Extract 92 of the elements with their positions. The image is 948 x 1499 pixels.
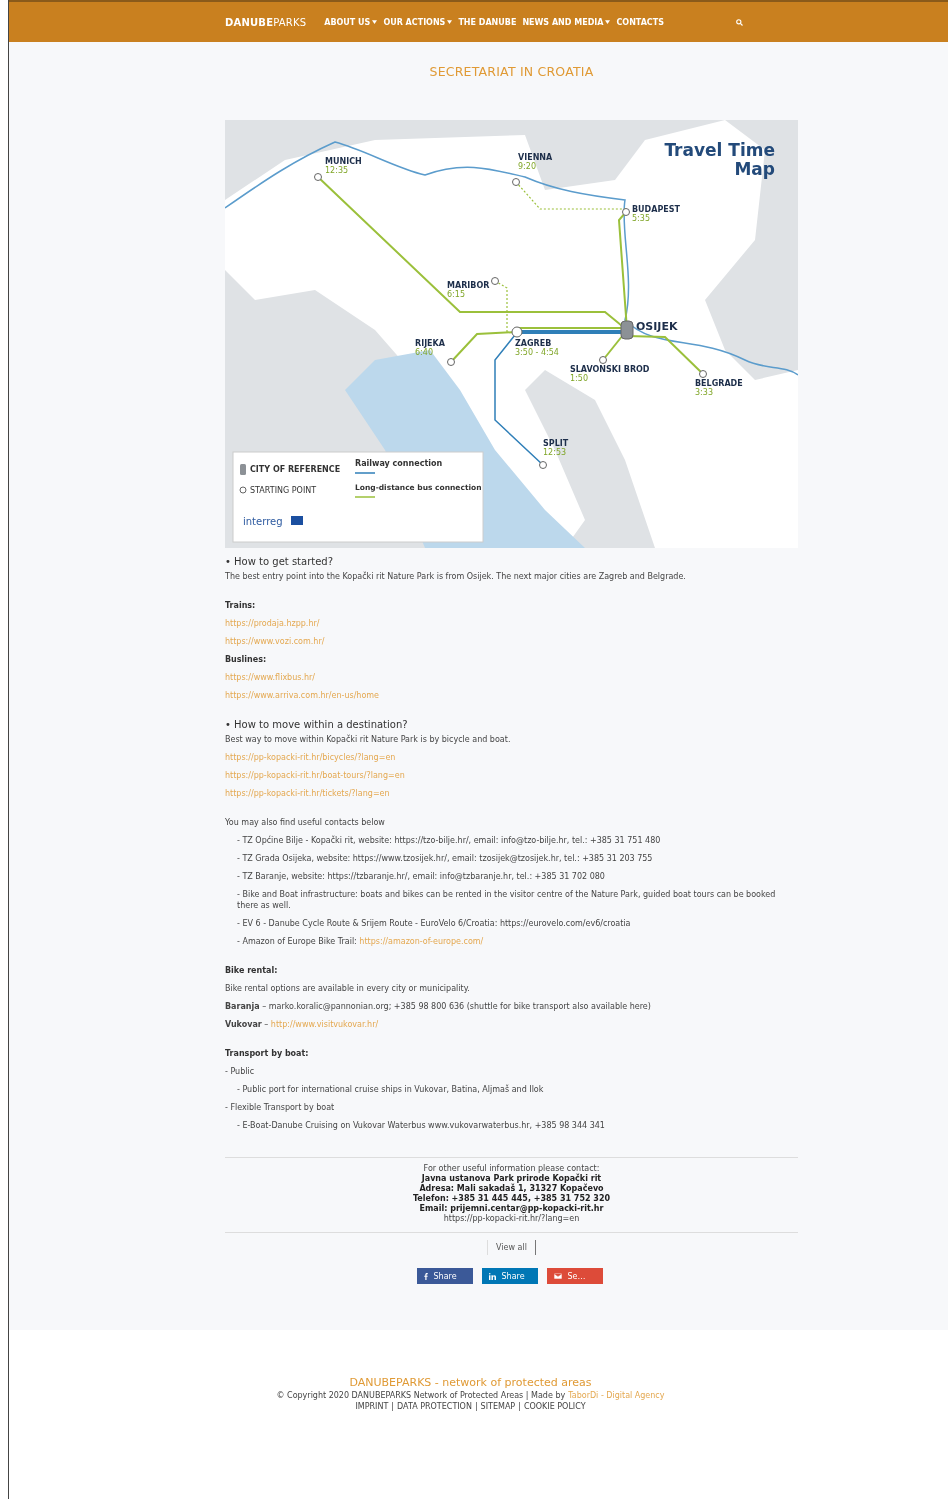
section-heading: • How to get started? [225, 556, 334, 568]
link[interactable]: http://www.visitvukovar.hr/ [270, 1020, 379, 1029]
legend-label: CITY OF REFERENCE [250, 465, 341, 474]
contact-line: Adresa: Mali sakadaš 1, 31327 Kopačevo [419, 1184, 604, 1194]
interreg-logo: interreg [243, 516, 283, 527]
travel-time-label: 12:53 [543, 448, 567, 457]
facebook-icon [423, 1272, 428, 1280]
link[interactable]: https://pp-kopacki-rit.hr/boat-tours/?lang=en [225, 770, 405, 781]
footer-title: DANUBEPARKS - network of protected areas [349, 1376, 592, 1390]
list-item: - EV 6 - Danube Cycle Route & Srijem Route - EuroVelo 6/Croatia: https://eurovelo.com/ev6/croatia [236, 918, 632, 929]
link[interactable]: https://prodaja.hzpp.hr/ [225, 618, 320, 629]
link[interactable]: https://www.vozi.com.hr/ [225, 636, 325, 647]
link[interactable]: https://www.flixbus.hr/ [225, 672, 316, 683]
travel-time-label: 9:20 [518, 162, 536, 171]
search-icon[interactable] [736, 18, 743, 26]
share-button[interactable]: Se… [546, 1268, 603, 1284]
map-title: Map [734, 159, 775, 179]
city-label: OSIJEK [636, 320, 678, 333]
travel-time-label: 5:35 [632, 214, 650, 223]
legend-label: Railway connection [355, 459, 443, 468]
legend-label: STARTING POINT [250, 486, 317, 495]
linkedin-icon [488, 1272, 496, 1280]
nav-link[interactable]: THE DANUBE [458, 17, 517, 27]
list-item: - Public port for international cruise ships in Vukovar, Batina, Aljmaš and Ilok [236, 1084, 545, 1095]
bus-line-icon [354, 496, 376, 498]
site-logo[interactable]: DANUBEPARKS [225, 16, 307, 28]
city-label: SPLIT [543, 439, 569, 448]
paragraph: Best way to move within Kopački rit Nature Park is by bicycle and boat. [225, 734, 512, 745]
separator: | [474, 1401, 478, 1412]
view-all-button[interactable]: View all [487, 1240, 536, 1255]
paragraph: You may also find useful contacts below [225, 817, 386, 828]
text-line: Vukovar – [225, 1020, 269, 1029]
link[interactable]: https://pp-kopacki-rit.hr/bicycles/?lang=en [225, 752, 396, 763]
agency-link[interactable]: TaborDi - Digital Agency [568, 1390, 665, 1401]
section-label: Trains: [225, 600, 257, 611]
nav-link[interactable]: ABOUT US [324, 17, 378, 27]
travel-time-label: 6:15 [447, 290, 465, 299]
paragraph: Bike rental options are available in every city or municipality. [225, 983, 471, 994]
city-label: ZAGREB [515, 339, 552, 348]
travel-time-label: 6:40 [415, 348, 433, 357]
travel-time-label: 3:50 - 4:54 [515, 348, 559, 357]
share-button[interactable]: Share [416, 1268, 473, 1284]
travel-time-label: 1:50 [570, 374, 588, 383]
nav-link[interactable]: CONTACTS [616, 17, 664, 27]
nav-link[interactable]: OUR ACTIONS [383, 17, 453, 27]
city-label: RIJEKA [415, 339, 445, 348]
list-item: - E-Boat-Danube Cruising on Vukovar Waterbus www.vukovarwaterbus.hr, +385 98 344 341 [236, 1120, 606, 1131]
section-heading: • How to move within a destination? [225, 719, 409, 731]
section-label: Buslines: [225, 654, 268, 665]
share-button[interactable]: Share [481, 1268, 538, 1284]
email-icon [553, 1273, 562, 1279]
list-item: - TZ Baranje, website: https://tzbaranje.hr/, email: info@tzbaranje.hr, tel.: +385 31 702 080 [236, 871, 606, 882]
city-label: MUNICH [325, 157, 362, 166]
city-label: SLAVONSKI BROD [570, 365, 650, 374]
footer-link[interactable]: DATA PROTECTION [397, 1401, 472, 1412]
list-item: - Bike and Boat infrastructure: boats and bikes can be rented in the visitor centre of the Nature Park, guided boat tours can be booked there as well. [236, 889, 777, 911]
eu-flag-icon [291, 516, 303, 525]
contact-line: Email: prijemni.centar@pp-kopacki-rit.hr [419, 1204, 604, 1214]
text-line: - Amazon of Europe Bike Trail: [237, 937, 357, 946]
nav-link[interactable]: NEWS AND MEDIA [522, 17, 611, 27]
starting-point-icon [239, 486, 247, 494]
list-item: - TZ Grada Osijeka, website: https://www.tzosijek.hr/, email: tzosijek@tzosijek.hr, tel.: +385 31 203 755 [236, 853, 654, 864]
footer-link[interactable]: IMPRINT [355, 1401, 389, 1412]
section-label: Bike rental: [225, 965, 279, 976]
paragraph: - Flexible Transport by boat [225, 1102, 336, 1113]
paragraph: Baranja – marko.koralic@pannonian.org; +385 98 800 636 (shuttle for bike transport also available here) [225, 1001, 652, 1012]
page-title: SECRETARIAT IN CROATIA [428, 64, 595, 80]
contact-line: Telefon: +385 31 445 445, +385 31 752 320 [412, 1194, 610, 1204]
footer-link[interactable]: COOKIE POLICY [523, 1401, 586, 1412]
footer-link[interactable]: SITEMAP [480, 1401, 516, 1412]
map-title: Travel Time [664, 140, 775, 160]
separator: | [518, 1401, 521, 1412]
city-label: BUDAPEST [632, 205, 680, 214]
link[interactable]: https://www.arriva.com.hr/en-us/home [225, 690, 380, 701]
travel-time-label: 3:33 [695, 388, 713, 397]
link[interactable]: https://amazon-of-europe.com/ [359, 937, 484, 946]
link[interactable]: https://pp-kopacki-rit.hr/?lang=en [443, 1214, 580, 1224]
section-label: Transport by boat: [225, 1048, 310, 1059]
list-item: - TZ Općine Bilje - Kopački rit, website: https://tzo-bilje.hr/, email: info@tzo-bilje.hr, tel.: +385 31 751 480 [236, 835, 662, 846]
link[interactable]: https://pp-kopacki-rit.hr/tickets/?lang=en [225, 788, 390, 799]
paragraph: - Public [225, 1066, 256, 1077]
separator: | [391, 1401, 394, 1412]
city-label: MARIBOR [447, 281, 490, 290]
copyright-text: © Copyright 2020 DANUBEPARKS Network of Protected Areas | Made by [276, 1390, 566, 1401]
rail-line-icon [354, 472, 376, 474]
paragraph: The best entry point into the Kopački rit Nature Park is from Osijek. The next major cities are Zagreb and Belgrade. [225, 571, 687, 582]
travel-time-label: 12:35 [325, 166, 349, 175]
city-of-reference-icon [240, 464, 246, 475]
city-label: BELGRADE [695, 379, 743, 388]
contact-line: Javna ustanova Park prirode Kopački rit [421, 1174, 602, 1184]
contact-line: For other useful information please contact: [423, 1164, 600, 1173]
city-label: VIENNA [518, 153, 553, 162]
